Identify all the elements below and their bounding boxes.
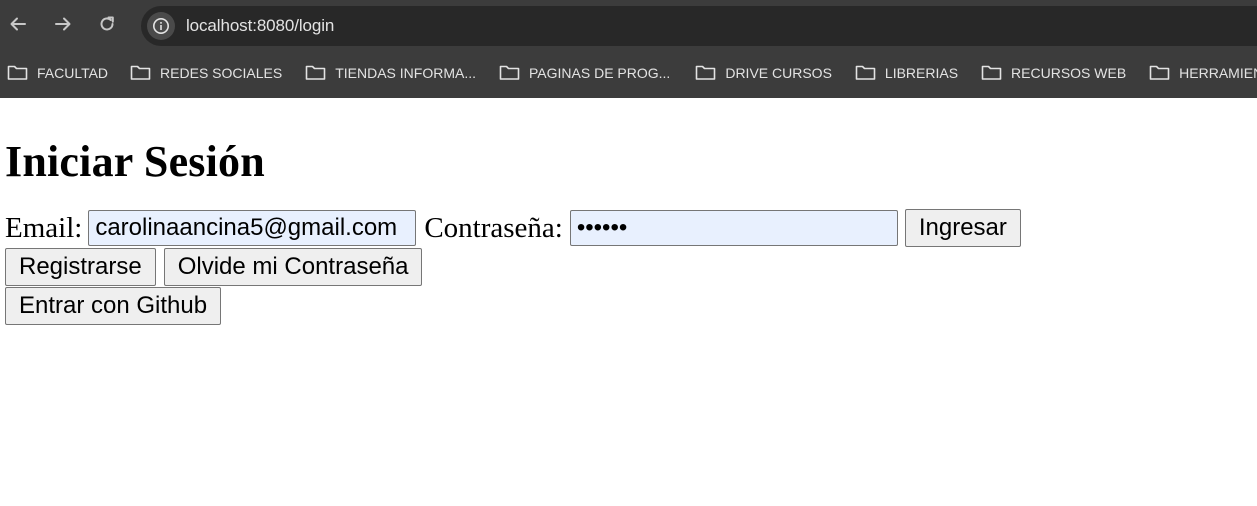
email-input[interactable]: carolinaancina5@gmail.com: [88, 210, 417, 246]
bookmark-label: DRIVE CURSOS: [725, 64, 832, 81]
folder-icon: [1149, 65, 1170, 80]
folder-icon: [130, 65, 151, 80]
reload-button[interactable]: [91, 8, 123, 40]
oauth-actions: Entrar con Github: [5, 287, 1252, 325]
bookmark-label: REDES SOCIALES: [160, 64, 283, 81]
address-bar[interactable]: localhost:8080/login: [141, 6, 1257, 46]
bookmark-folder-redes-sociales[interactable]: REDES SOCIALES: [130, 64, 282, 81]
bookmark-label: LIBRERIAS: [884, 64, 959, 81]
bookmark-folder-herramientas[interactable]: HERRAMIENTAS: [1149, 64, 1257, 81]
github-login-button[interactable]: Entrar con Github: [5, 287, 222, 325]
bookmark-label: RECURSOS WEB: [1011, 64, 1127, 81]
register-button[interactable]: Registrarse: [5, 248, 156, 286]
bookmark-folder-librerias[interactable]: LIBRERIAS: [855, 64, 958, 81]
secondary-actions: Registrarse Olvide mi Contraseña: [5, 248, 1252, 286]
bookmark-label: FACULTAD: [37, 64, 109, 81]
bookmark-label: HERRAMIENTAS: [1179, 64, 1257, 81]
browser-toolbar: localhost:8080/login: [0, 0, 1257, 47]
folder-icon: [855, 65, 876, 80]
bookmark-folder-tiendas[interactable]: TIENDAS INFORMA...: [305, 64, 476, 81]
info-icon: [153, 18, 169, 34]
url-text[interactable]: localhost:8080/login: [186, 16, 334, 36]
forward-button[interactable]: [47, 8, 79, 40]
submit-button[interactable]: Ingresar: [904, 209, 1021, 247]
site-info-button[interactable]: [147, 12, 175, 40]
folder-icon: [499, 65, 520, 80]
forgot-password-button[interactable]: Olvide mi Contraseña: [163, 248, 423, 286]
bookmark-folder-drive-cursos[interactable]: DRIVE CURSOS: [695, 64, 832, 81]
page-title: Iniciar Sesión: [5, 137, 265, 186]
back-arrow-icon: [10, 17, 26, 31]
bookmark-folder-facultad[interactable]: FACULTAD: [7, 64, 108, 81]
folder-icon: [981, 65, 1002, 80]
password-input[interactable]: ••••••: [569, 210, 898, 246]
email-label: Email:: [5, 212, 83, 244]
login-form: Email: carolinaancina5@gmail.com Contras…: [5, 209, 1252, 247]
bookmarks-bar: FACULTAD REDES SOCIALES TIENDAS INFORMA.…: [0, 47, 1257, 98]
password-label: Contraseña:: [424, 212, 563, 244]
bookmark-label: PAGINAS DE PROG...: [529, 64, 671, 81]
forward-arrow-icon: [55, 17, 71, 31]
folder-icon: [696, 65, 716, 80]
bookmark-folder-recursos-web[interactable]: RECURSOS WEB: [981, 64, 1126, 81]
folder-icon: [305, 65, 326, 80]
bookmark-folder-paginas[interactable]: PAGINAS DE PROG...: [499, 64, 670, 81]
back-button[interactable]: [2, 8, 34, 40]
bookmark-label: TIENDAS INFORMA...: [335, 64, 476, 81]
reload-icon: [100, 16, 114, 31]
page-content: Iniciar Sesión Email: carolinaancina5@gm…: [0, 137, 1257, 325]
folder-icon: [7, 65, 28, 80]
